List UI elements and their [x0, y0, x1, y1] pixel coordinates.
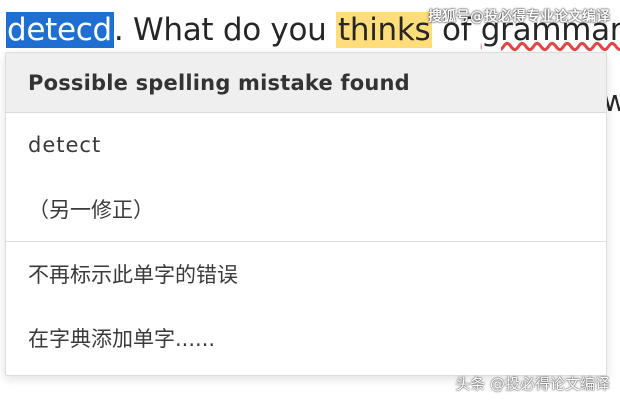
action-list: 不再标示此单字的错误 在字典添加单字...... — [6, 242, 606, 370]
highlighted-grammar-word[interactable]: thinks — [336, 12, 433, 48]
watermark-top: 搜狐号@投必得专业论文编译 — [428, 9, 610, 25]
selected-misspelled-word[interactable]: detecd — [6, 12, 114, 48]
popup-header: Possible spelling mistake found — [6, 53, 606, 113]
watermark-bottom: 头条 @投必得论文编译 — [455, 375, 610, 393]
suggestion-list: detect （另一修正） — [6, 113, 606, 242]
suggestion-item-another-correction[interactable]: （另一修正） — [6, 177, 606, 241]
suggestion-item-detect[interactable]: detect — [6, 113, 606, 177]
spelling-suggestion-popup: Possible spelling mistake found detect （… — [5, 52, 607, 376]
add-to-dictionary-menu-item[interactable]: 在字典添加单字...... — [6, 306, 606, 370]
ignore-word-menu-item[interactable]: 不再标示此单字的错误 — [6, 242, 606, 306]
document-text-segment: . What do you — [113, 12, 337, 48]
popup-title: Possible spelling mistake found — [28, 70, 410, 95]
